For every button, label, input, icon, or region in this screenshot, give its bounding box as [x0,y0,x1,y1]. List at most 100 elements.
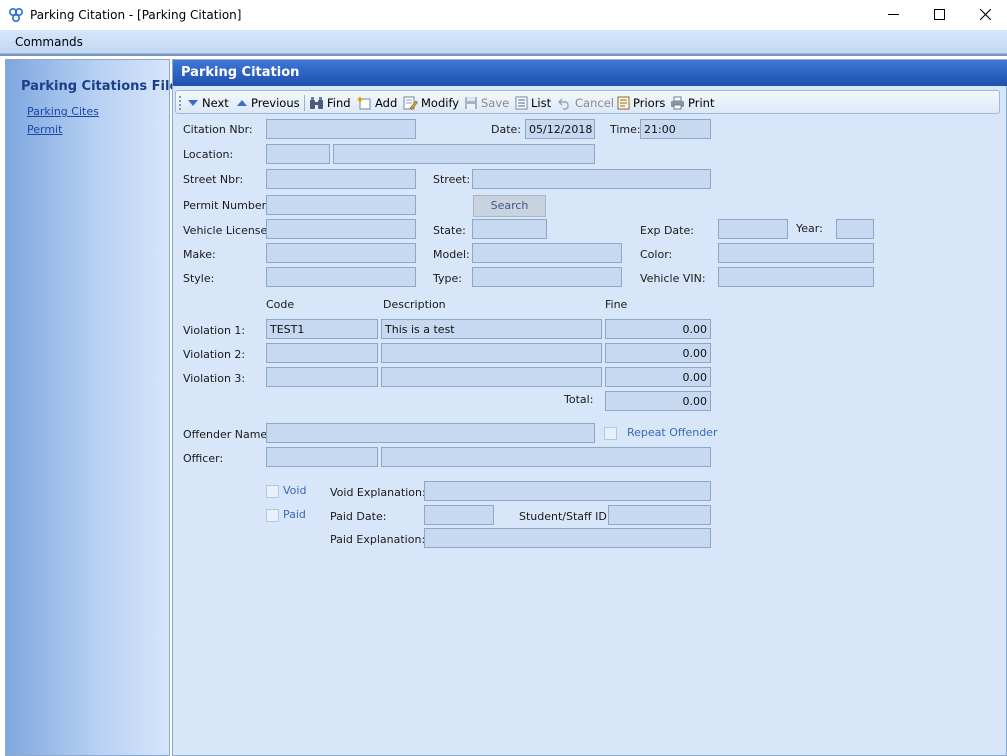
binoculars-icon [310,97,323,109]
state-label: State: [433,224,466,237]
time-label: Time: [610,123,641,136]
fine-column-header: Fine [605,298,628,311]
model-field[interactable] [472,243,622,263]
minimize-icon [888,14,899,15]
violation-1-description-field[interactable]: This is a test [381,319,602,339]
toolbar-grip[interactable] [179,96,181,110]
code-column-header: Code [266,298,295,311]
vehicle-license-field[interactable] [266,219,416,239]
violation-2-description-field[interactable] [381,343,602,363]
menu-separator [0,54,1007,56]
violation-1-code-field[interactable]: TEST1 [266,319,378,339]
location-description-field[interactable] [333,144,595,164]
undo-icon [558,98,569,110]
make-field[interactable] [266,243,416,263]
sidebar-link-permit[interactable]: Permit [27,123,62,136]
officer-code-field[interactable] [266,447,378,467]
repeat-offender-checkbox[interactable] [604,427,617,440]
title-bar: Parking Citation - [Parking Citation] [0,0,1007,30]
violation-2-code-field[interactable] [266,343,378,363]
violation-3-code-field[interactable] [266,367,378,387]
toolbar: Next Previous Find Add Modify Save List [175,90,1000,114]
printer-icon [671,96,684,110]
vehicle-license-label: Vehicle License: [183,224,272,237]
paid-date-label: Paid Date: [330,510,387,523]
maximize-button[interactable] [916,0,962,30]
exp-date-field[interactable] [718,219,788,239]
repeat-offender-label: Repeat Offender [627,426,718,439]
paid-date-field[interactable] [424,505,494,525]
add-button[interactable]: Add [357,94,397,112]
offender-name-field[interactable] [266,423,595,443]
street-field[interactable] [472,169,711,189]
sidebar-link-parking-cites[interactable]: Parking Cites [27,105,99,118]
permit-number-field[interactable] [266,195,416,215]
year-field[interactable] [836,219,874,239]
void-checkbox[interactable] [266,485,279,498]
student-staff-id-label: Student/Staff ID: [519,510,611,523]
list-label: List [531,96,552,110]
student-staff-id-field[interactable] [608,505,711,525]
state-field[interactable] [472,219,547,239]
modify-button[interactable]: Modify [403,94,459,112]
maximize-icon [934,9,945,20]
close-icon [980,9,991,20]
officer-name-field[interactable] [381,447,711,467]
next-arrow-icon [188,100,198,106]
void-label: Void [283,484,307,497]
permit-number-label: Permit Number: [183,199,270,212]
location-code-field[interactable] [266,144,330,164]
date-field[interactable]: 05/12/2018 [525,119,595,139]
violation-3-description-field[interactable] [381,367,602,387]
close-button[interactable] [962,0,1007,30]
total-field[interactable]: 0.00 [605,391,711,411]
street-nbr-field[interactable] [266,169,416,189]
time-field[interactable]: 21:00 [640,119,711,139]
cancel-button[interactable]: Cancel [558,94,614,112]
priors-label: Priors [633,96,666,110]
violation-2-fine-field[interactable]: 0.00 [605,343,711,363]
total-label: Total: [564,393,594,406]
cancel-label: Cancel [575,96,614,110]
citation-nbr-field[interactable] [266,119,416,139]
sidebar-title: Parking Citations Files: [21,79,192,94]
violation-3-fine-field[interactable]: 0.00 [605,367,711,387]
exp-date-label: Exp Date: [640,224,694,237]
color-label: Color: [640,248,673,261]
style-field[interactable] [266,267,416,287]
color-field[interactable] [718,243,874,263]
description-column-header: Description [383,298,446,311]
violation-2-label: Violation 2: [183,348,246,361]
find-button[interactable]: Find [309,94,351,112]
vehicle-vin-field[interactable] [718,267,874,287]
save-button[interactable]: Save [464,94,509,112]
previous-button[interactable]: Previous [236,94,300,112]
minimize-button[interactable] [870,0,916,30]
add-label: Add [375,96,398,110]
app-icon [8,7,24,23]
paid-checkbox[interactable] [266,509,279,522]
print-button[interactable]: Print [670,94,714,112]
void-explanation-field[interactable] [424,481,711,501]
type-label: Type: [433,272,462,285]
next-label: Next [202,96,229,110]
street-label: Street: [433,173,471,186]
menu-bar: Commands [0,30,1007,54]
list-button[interactable]: List [515,94,551,112]
vehicle-vin-label: Vehicle VIN: [640,272,706,285]
previous-label: Previous [251,96,300,110]
violation-1-label: Violation 1: [183,324,246,337]
menu-commands[interactable]: Commands [15,35,83,49]
paid-label: Paid [283,508,306,521]
sidebar: Parking Citations Files: Parking Cites P… [5,59,191,756]
window-title: Parking Citation - [Parking Citation] [30,8,242,22]
next-button[interactable]: Next [187,94,229,112]
violation-1-fine-field[interactable]: 0.00 [605,319,711,339]
priors-button[interactable]: Priors [617,94,665,112]
paid-explanation-field[interactable] [424,528,711,548]
search-button[interactable]: Search [473,195,546,217]
toolbar-divider [304,95,305,111]
make-label: Make: [183,248,216,261]
street-nbr-label: Street Nbr: [183,173,244,186]
type-field[interactable] [472,267,622,287]
